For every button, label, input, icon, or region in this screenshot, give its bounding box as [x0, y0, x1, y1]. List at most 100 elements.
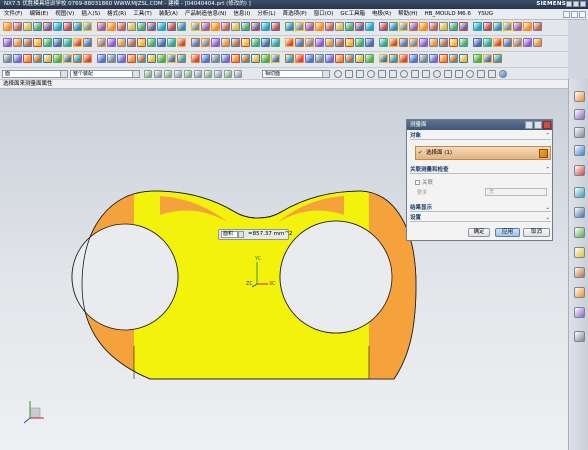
resource-tab-icon[interactable] — [574, 287, 585, 298]
menu-item[interactable]: 装配(A) — [159, 9, 178, 20]
toolbar-tool-icon[interactable] — [83, 54, 92, 63]
toolbar-tool-icon[interactable] — [231, 22, 240, 31]
doc-restore-button[interactable] — [571, 11, 578, 18]
toolbar-tool-icon[interactable] — [345, 54, 354, 63]
toolbar-tool-icon[interactable] — [523, 22, 532, 31]
toolbar-tool-icon[interactable] — [157, 22, 166, 31]
toolbar-tool-icon[interactable] — [409, 22, 418, 31]
toolbar-tool-icon[interactable] — [117, 38, 126, 47]
toolbar-tool-icon[interactable] — [167, 38, 176, 47]
toolbar-tool-icon[interactable] — [97, 38, 106, 47]
resource-tab-icon[interactable] — [574, 91, 585, 102]
section-results[interactable]: 结果显示 ⌄ — [410, 204, 551, 212]
toolbar-tool-icon[interactable] — [493, 22, 502, 31]
toolbar-tool-icon[interactable] — [409, 54, 418, 63]
toolbar-tool-icon[interactable] — [43, 38, 52, 47]
chevron-down-icon[interactable] — [238, 231, 244, 238]
toolbar-tool-icon[interactable] — [23, 22, 32, 31]
toolbar-tool-icon[interactable] — [379, 22, 388, 31]
resource-tab-icon[interactable] — [574, 267, 585, 278]
toolbar-tool-icon[interactable] — [449, 54, 458, 63]
snap-point-icon[interactable] — [455, 70, 463, 78]
toolbar-tool-icon[interactable] — [241, 22, 250, 31]
toolbar-tool-icon[interactable] — [419, 38, 428, 47]
toolbar-tool-icon[interactable] — [147, 22, 156, 31]
toolbar-tool-icon[interactable] — [137, 54, 146, 63]
toolbar-tool-icon[interactable] — [295, 54, 304, 63]
snap-point-icon[interactable] — [400, 70, 408, 78]
assembly-filter-select[interactable]: 整个装配 — [70, 70, 140, 78]
toolbar-tool-icon[interactable] — [315, 22, 324, 31]
toolbar-tool-icon[interactable] — [315, 54, 324, 63]
resource-tab-icon[interactable] — [574, 165, 585, 176]
toolbar-tool-icon[interactable] — [147, 38, 156, 47]
maximize-button[interactable] — [573, 1, 579, 7]
menu-item[interactable]: HB_MOULD M6.6 — [425, 9, 471, 20]
toolbar-tool-icon[interactable] — [127, 54, 136, 63]
toolbar-tool-icon[interactable] — [33, 22, 42, 31]
selection-tool-icon[interactable] — [174, 70, 182, 78]
menu-item[interactable]: 文件(F) — [4, 9, 22, 20]
selection-tool-icon[interactable] — [164, 70, 172, 78]
toolbar-tool-icon[interactable] — [117, 22, 126, 31]
resource-tab-icon[interactable] — [574, 227, 585, 238]
toolbar-tool-icon[interactable] — [23, 54, 32, 63]
toolbar-tool-icon[interactable] — [285, 54, 294, 63]
snap-point-icon[interactable] — [367, 70, 375, 78]
toolbar-tool-icon[interactable] — [53, 38, 62, 47]
snap-point-icon[interactable] — [334, 70, 342, 78]
toolbar-tool-icon[interactable] — [231, 38, 240, 47]
toolbar-tool-icon[interactable] — [33, 54, 42, 63]
selection-tool-icon[interactable] — [154, 70, 162, 78]
selection-tool-icon[interactable] — [234, 70, 242, 78]
toolbar-tool-icon[interactable] — [83, 38, 92, 47]
toolbar-tool-icon[interactable] — [63, 54, 72, 63]
type-filter-select[interactable]: 面 — [2, 70, 68, 78]
toolbar-tool-icon[interactable] — [429, 22, 438, 31]
menu-item[interactable]: 帮助(H) — [398, 9, 417, 20]
toolbar-tool-icon[interactable] — [355, 22, 364, 31]
resource-tab-icon[interactable] — [574, 109, 585, 120]
toolbar-tool-icon[interactable] — [325, 38, 334, 47]
toolbar-tool-icon[interactable] — [83, 22, 92, 31]
toolbar-tool-icon[interactable] — [211, 22, 220, 31]
toolbar-tool-icon[interactable] — [459, 54, 468, 63]
menu-item[interactable]: 视图(V) — [55, 9, 74, 20]
toolbar-tool-icon[interactable] — [493, 38, 502, 47]
toolbar-tool-icon[interactable] — [13, 22, 22, 31]
apply-button[interactable]: 应用 — [495, 228, 520, 237]
resource-tab-icon[interactable] — [574, 145, 585, 156]
toolbar-tool-icon[interactable] — [251, 22, 260, 31]
snap-point-icon[interactable] — [499, 70, 507, 78]
toolbar-tool-icon[interactable] — [107, 22, 116, 31]
snap-point-icon[interactable] — [345, 70, 353, 78]
toolbar-tool-icon[interactable] — [459, 22, 468, 31]
resource-tab-icon[interactable] — [574, 127, 585, 138]
toolbar-tool-icon[interactable] — [409, 38, 418, 47]
toolbar-tool-icon[interactable] — [285, 38, 294, 47]
toolbar-tool-icon[interactable] — [439, 54, 448, 63]
toolbar-tool-icon[interactable] — [127, 22, 136, 31]
toolbar-tool-icon[interactable] — [201, 38, 210, 47]
menu-item[interactable]: 首选项(P) — [283, 9, 307, 20]
section-settings[interactable]: 设置 ⌄ — [410, 214, 551, 222]
menu-item[interactable]: 编辑(E) — [29, 9, 48, 20]
toolbar-tool-icon[interactable] — [449, 38, 458, 47]
toolbar-tool-icon[interactable] — [211, 38, 220, 47]
doc-minimize-button[interactable] — [563, 11, 570, 18]
toolbar-tool-icon[interactable] — [429, 38, 438, 47]
toolbar-tool-icon[interactable] — [97, 54, 106, 63]
toolbar-tool-icon[interactable] — [533, 38, 542, 47]
toolbar-tool-icon[interactable] — [261, 54, 270, 63]
toolbar-tool-icon[interactable] — [379, 38, 388, 47]
selection-tool-icon[interactable] — [194, 70, 202, 78]
menu-item[interactable]: 分析(L) — [257, 9, 275, 20]
toolbar-tool-icon[interactable] — [177, 38, 186, 47]
snap-point-icon[interactable] — [411, 70, 419, 78]
menu-item[interactable]: GC工具箱 — [340, 9, 365, 20]
toolbar-tool-icon[interactable] — [473, 22, 482, 31]
toolbar-tool-icon[interactable] — [271, 22, 280, 31]
toolbar-tool-icon[interactable] — [63, 22, 72, 31]
toolbar-tool-icon[interactable] — [335, 54, 344, 63]
toolbar-tool-icon[interactable] — [221, 22, 230, 31]
